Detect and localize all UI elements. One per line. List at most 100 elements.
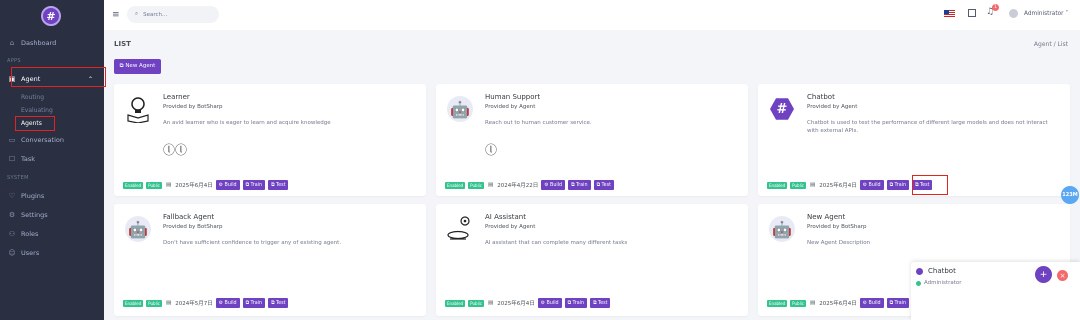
card-provider: Provided by BotSharp	[807, 224, 867, 230]
sidebar-item-evaluating[interactable]: Evaluating	[21, 107, 53, 114]
status-badge: Enabled	[123, 181, 144, 189]
test-button[interactable]: ⧉ Test	[268, 180, 289, 190]
build-button[interactable]: ⚙ Build	[859, 298, 884, 308]
card-description: An avid learner who is eager to learn an…	[163, 120, 331, 126]
notification-badge: 1	[992, 4, 999, 11]
test-button[interactable]: ⧉ Test	[590, 298, 611, 308]
card-footer: Enabled Public ▤ 2024年4月22日 ⚙ Build ⧉ Tr…	[445, 180, 614, 190]
train-button[interactable]: ⧉ Train	[242, 180, 266, 190]
agent-card-human-support: 🤖 Human Support Provided by Agent Reach …	[436, 84, 748, 196]
language-flag-icon[interactable]	[944, 10, 955, 18]
chat-close-button[interactable]: ×	[1057, 270, 1068, 281]
build-button[interactable]: ⚙ Build	[541, 180, 566, 190]
card-title[interactable]: Chatbot	[807, 93, 835, 101]
agent-card-learner: Learner Provided by BotSharp An avid lea…	[114, 84, 426, 196]
visibility-badge: Public	[790, 299, 807, 307]
learner-icon	[123, 94, 153, 124]
visibility-badge: Public	[468, 299, 485, 307]
sidebar-item-label: Settings	[21, 211, 48, 219]
visibility-badge: Public	[468, 181, 485, 189]
sidebar-item-dashboard[interactable]: ⌂ Dashboard	[8, 37, 57, 49]
build-button[interactable]: ⚙ Build	[859, 180, 884, 190]
train-button[interactable]: ⧉ Train	[564, 298, 588, 308]
sidebar-item-users[interactable]: ☺ Users	[8, 247, 39, 259]
sidebar-item-settings[interactable]: ⚙ Settings	[8, 209, 48, 221]
user-menu[interactable]: Administrator ˅	[1024, 11, 1068, 17]
agent-card-chatbot: # Chatbot Provided by Agent Chatbot is u…	[758, 84, 1070, 196]
status-badge: Enabled	[445, 181, 466, 189]
page-title: LIST	[114, 40, 131, 48]
new-agent-button[interactable]: ⧉ New Agent	[114, 59, 161, 74]
home-icon: ⌂	[9, 39, 15, 47]
train-button[interactable]: ⧉ Train	[886, 180, 910, 190]
status-badge: Enabled	[445, 299, 466, 307]
train-button[interactable]: ⧉ Train	[242, 298, 266, 308]
status-badge: Enabled	[767, 299, 788, 307]
highlight-test	[912, 175, 948, 195]
card-date: 2025年6月4日	[175, 183, 213, 189]
build-button[interactable]: ⚙ Build	[215, 180, 240, 190]
card-provider: Provided by Agent	[485, 224, 536, 230]
task-icon: ☐	[8, 155, 16, 163]
build-button[interactable]: ⚙ Build	[215, 298, 240, 308]
card-title[interactable]: New Agent	[807, 213, 845, 221]
test-button[interactable]: ⧉ Test	[593, 180, 614, 190]
sidebar-item-label: Dashboard	[21, 39, 57, 47]
agent-card-ai-assistant: AI Assistant Provided by Agent AI assist…	[436, 204, 748, 316]
visibility-badge: Public	[146, 181, 163, 189]
section-system: SYSTEM	[7, 175, 29, 181]
card-provider: Provided by Agent	[485, 104, 536, 110]
sidebar-item-plugins[interactable]: ♡ Plugins	[8, 190, 44, 202]
utility-icons: ⓛⓛ	[163, 143, 188, 157]
sidebar-item-label: Roles	[21, 230, 39, 238]
card-title[interactable]: Learner	[163, 93, 190, 101]
card-provider: Provided by BotSharp	[163, 104, 223, 110]
chat-title: Chatbot	[928, 267, 956, 275]
robot-icon: 🤖	[123, 214, 153, 244]
calendar-icon: ▤	[810, 182, 816, 188]
chat-add-button[interactable]: +	[1035, 266, 1052, 283]
calendar-icon: ▤	[810, 300, 816, 306]
floating-badge[interactable]: 123M	[1061, 186, 1079, 204]
card-footer: Enabled Public ▤ 2025年6月4日 ⚙ Build ⧉ Tra…	[445, 298, 611, 308]
sidebar-item-label: Conversation	[21, 136, 64, 144]
brand-logo[interactable]: #	[41, 6, 61, 26]
brand-glyph: #	[46, 9, 56, 23]
sidebar-item-conversation[interactable]: ▭ Conversation	[8, 134, 64, 146]
card-title[interactable]: Fallback Agent	[163, 213, 214, 221]
sidebar-item-routing[interactable]: Routing	[21, 94, 44, 101]
calendar-icon: ▤	[166, 182, 172, 188]
build-button[interactable]: ⚙ Build	[537, 298, 562, 308]
hash-logo-icon: #	[767, 94, 797, 124]
avatar[interactable]	[1009, 9, 1018, 18]
topbar: ≡ ⌕ Search... ♫ 1 Administrator ˅	[104, 0, 1080, 30]
breadcrumb: Agent / List	[1033, 41, 1068, 48]
visibility-badge: Public	[790, 181, 807, 189]
menu-toggle-icon[interactable]: ≡	[112, 10, 120, 20]
search-placeholder: Search...	[143, 11, 168, 18]
agent-card-fallback: 🤖 Fallback Agent Provided by BotSharp Do…	[114, 204, 426, 316]
fullscreen-icon[interactable]	[968, 9, 976, 17]
test-button[interactable]: ⧉ Test	[268, 298, 289, 308]
plugin-icon: ♡	[8, 192, 16, 200]
user-icon: ☺	[8, 249, 16, 257]
sidebar-item-label: Plugins	[21, 192, 45, 200]
card-description: Chatbot is used to test the performance …	[807, 120, 1048, 134]
card-date: 2025年6月4日	[819, 183, 857, 189]
sidebar-item-roles[interactable]: ⚇ Roles	[8, 228, 39, 240]
card-title[interactable]: AI Assistant	[485, 213, 526, 221]
card-footer: Enabled Public ▤ 2024年5月7日 ⚙ Build ⧉ Tra…	[123, 298, 289, 308]
calendar-icon: ▤	[166, 300, 172, 306]
sidebar-item-label: Task	[21, 155, 36, 163]
sidebar-item-task[interactable]: ☐ Task	[8, 153, 35, 165]
calendar-icon: ▤	[488, 182, 494, 188]
online-status-icon	[916, 281, 921, 286]
robot-icon: 🤖	[767, 214, 797, 244]
train-button[interactable]: ⧉ Train	[886, 298, 910, 308]
search-input[interactable]: ⌕ Search...	[127, 6, 219, 23]
card-date: 2025年6月4日	[819, 301, 857, 307]
card-title[interactable]: Human Support	[485, 93, 540, 101]
card-date: 2024年4月22日	[497, 183, 539, 189]
train-button[interactable]: ⧉ Train	[568, 180, 591, 190]
chat-logo-icon	[916, 268, 923, 275]
